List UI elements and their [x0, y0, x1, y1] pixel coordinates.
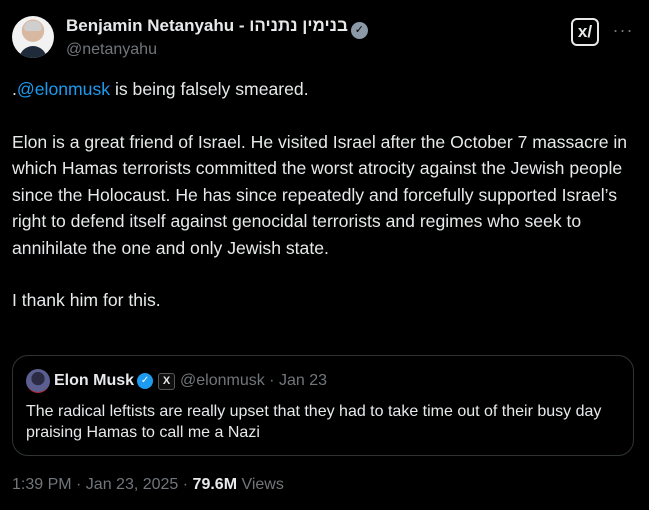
tweet-line-1: .@elonmusk is being falsely smeared.	[12, 76, 638, 103]
quoted-tweet-text: The radical leftists are really upset th…	[26, 403, 602, 441]
tweet-paragraph-2: Elon is a great friend of Israel. He vis…	[12, 131, 628, 258]
avatar-suit	[19, 46, 47, 58]
mention-link[interactable]: @elonmusk	[17, 79, 110, 99]
more-options-icon[interactable]: ···	[609, 20, 637, 44]
verified-badge-icon: ✓	[350, 22, 368, 39]
quoted-handle-date: @elonmusk · Jan 23	[180, 372, 327, 389]
tweet-line-1-text: is being falsely smeared.	[110, 79, 309, 99]
author-display-name[interactable]: Benjamin Netanyahu - בנימין נתניהו	[66, 16, 348, 35]
tweet-body: .@elonmusk is being falsely smeared. Elo…	[12, 76, 638, 314]
author-name-row: Benjamin Netanyahu - בנימין נתניהו ✓	[66, 15, 368, 39]
tweet-footer: 1:39 PM · Jan 23, 2025 · 79.6M Views	[12, 476, 284, 494]
author-avatar[interactable]	[12, 16, 54, 58]
author-name-block: Benjamin Netanyahu - בנימין נתניהו ✓ @net…	[66, 15, 368, 61]
tweet-timestamp[interactable]: 1:39 PM · Jan 23, 2025 ·	[12, 476, 193, 493]
quoted-tweet[interactable]: Elon Musk ✓ X @elonmusk · Jan 23 The radica…	[12, 355, 634, 456]
quoted-author-avatar[interactable]	[26, 369, 50, 393]
quoted-tweet-header: Elon Musk ✓ X @elonmusk · Jan 23	[26, 369, 327, 393]
views-count: 79.6M	[192, 476, 238, 493]
tweet-paragraph-3: I thank him for this.	[12, 290, 161, 310]
verified-badge-icon: ✓	[137, 373, 154, 389]
views-label: Views	[237, 476, 284, 493]
avatar-hair	[24, 21, 42, 31]
author-handle[interactable]: @netanyahu	[66, 39, 368, 61]
x-affiliation-icon: X	[158, 372, 176, 390]
grok-icon[interactable]: x/	[571, 18, 599, 46]
quoted-author-name[interactable]: Elon Musk	[54, 372, 134, 389]
tweet-header: Benjamin Netanyahu - בנימין נתניהו ✓ @net…	[12, 12, 637, 64]
